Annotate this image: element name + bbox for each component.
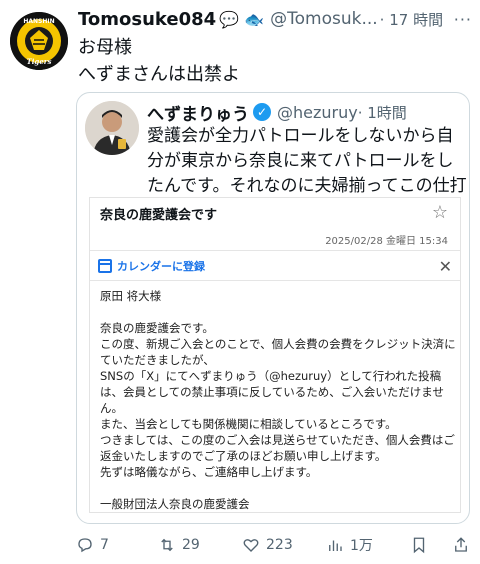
- more-icon[interactable]: ···: [454, 10, 472, 29]
- quote-time[interactable]: · 1時間: [358, 102, 407, 123]
- verified-icon: ✓: [253, 103, 271, 121]
- quote-avatar[interactable]: [85, 101, 139, 155]
- svg-text:Tigers: Tigers: [27, 57, 52, 66]
- like-count: 223: [266, 537, 293, 553]
- calendar-icon: [98, 259, 112, 273]
- email-signature: 一般財団法人奈良の鹿愛護会: [100, 497, 250, 511]
- reply-button[interactable]: 7: [76, 536, 109, 554]
- email-paragraph: 先ずは略儀ながら、ご連絡申し上げます。: [100, 465, 318, 479]
- quote-author-handle[interactable]: @hezuruy: [277, 103, 358, 122]
- calendar-bar: カレンダーに登録 ✕: [98, 254, 452, 278]
- email-body: 原田 将大様 奈良の鹿愛護会です。 この度、新規ご入会とのことで、個人会費の会費…: [100, 288, 456, 512]
- retweet-count: 29: [182, 537, 200, 553]
- retweet-icon: [161, 538, 173, 552]
- divider: [90, 250, 460, 251]
- retweet-button[interactable]: 29: [158, 536, 200, 554]
- quoted-tweet[interactable]: へずまりゅう ✓ @hezuruy · 1時間 愛護会が全力パトロールをしないか…: [76, 92, 470, 524]
- email-paragraph: SNSの「X」にてへずまりゅう（@hezuruy）として行われた投稿は、会員とし…: [100, 369, 444, 415]
- calendar-label: カレンダーに登録: [117, 260, 205, 273]
- tweet-header: Tomosuke084 💬 🐟 @Tomosuk... · 17 時間 ···: [78, 6, 472, 32]
- star-icon: ☆: [431, 202, 448, 223]
- tweet-text: お母様 へずまさんは出禁よ: [78, 34, 240, 88]
- email-paragraph: 奈良の鹿愛護会です。: [100, 321, 214, 335]
- person-avatar-icon: [85, 101, 139, 155]
- email-image[interactable]: 奈良の鹿愛護会です ☆ 2025/02/28 金曜日 15:34 カレンダーに登…: [89, 197, 461, 513]
- email-subject: 奈良の鹿愛護会です: [100, 208, 218, 223]
- quote-author-name[interactable]: へずまりゅう: [147, 100, 249, 125]
- avatar[interactable]: HANSHIN Tigers: [10, 12, 68, 70]
- quote-header: へずまりゅう ✓ @hezuruy · 1時間: [147, 99, 407, 125]
- heart-icon: [243, 539, 259, 552]
- svg-text:HANSHIN: HANSHIN: [23, 18, 54, 25]
- author-name[interactable]: Tomosuke084: [78, 9, 216, 30]
- divider: [90, 280, 460, 281]
- tweet-time[interactable]: · 17 時間: [380, 9, 443, 30]
- views-button[interactable]: 1万: [326, 535, 373, 555]
- like-button[interactable]: 223: [242, 536, 293, 554]
- email-date: 2025/02/28 金曜日 15:34: [325, 236, 448, 247]
- tigers-logo-icon: HANSHIN Tigers: [10, 12, 68, 70]
- views-count: 1万: [350, 538, 373, 554]
- reply-icon: [78, 538, 92, 553]
- tweet-line: へずまさんは出禁よ: [78, 64, 240, 85]
- reply-count: 7: [100, 537, 109, 553]
- badge-emoji: 💬 🐟: [219, 9, 265, 29]
- email-paragraph: つきましては、この度のご入会は見送らせていただき、個人会費はご返金いたしますので…: [100, 433, 455, 463]
- share-icon: [455, 537, 467, 552]
- bookmark-icon: [413, 537, 425, 554]
- bookmark-button[interactable]: [410, 536, 428, 554]
- email-paragraph: また、当会としても関係機関に相談しているところです。: [100, 417, 397, 431]
- email-paragraph: この度、新規ご入会とのことで、個人会費の会費をクレジット決済にていただきましたが…: [100, 337, 456, 367]
- close-icon: ✕: [438, 256, 452, 276]
- share-button[interactable]: [452, 536, 470, 554]
- email-recipient: 原田 将大様: [100, 289, 162, 303]
- views-icon: [329, 540, 342, 551]
- action-bar: 7 29 223 1万: [76, 532, 474, 558]
- tweet-line: お母様: [78, 37, 132, 58]
- author-handle[interactable]: @Tomosuk...: [270, 9, 378, 29]
